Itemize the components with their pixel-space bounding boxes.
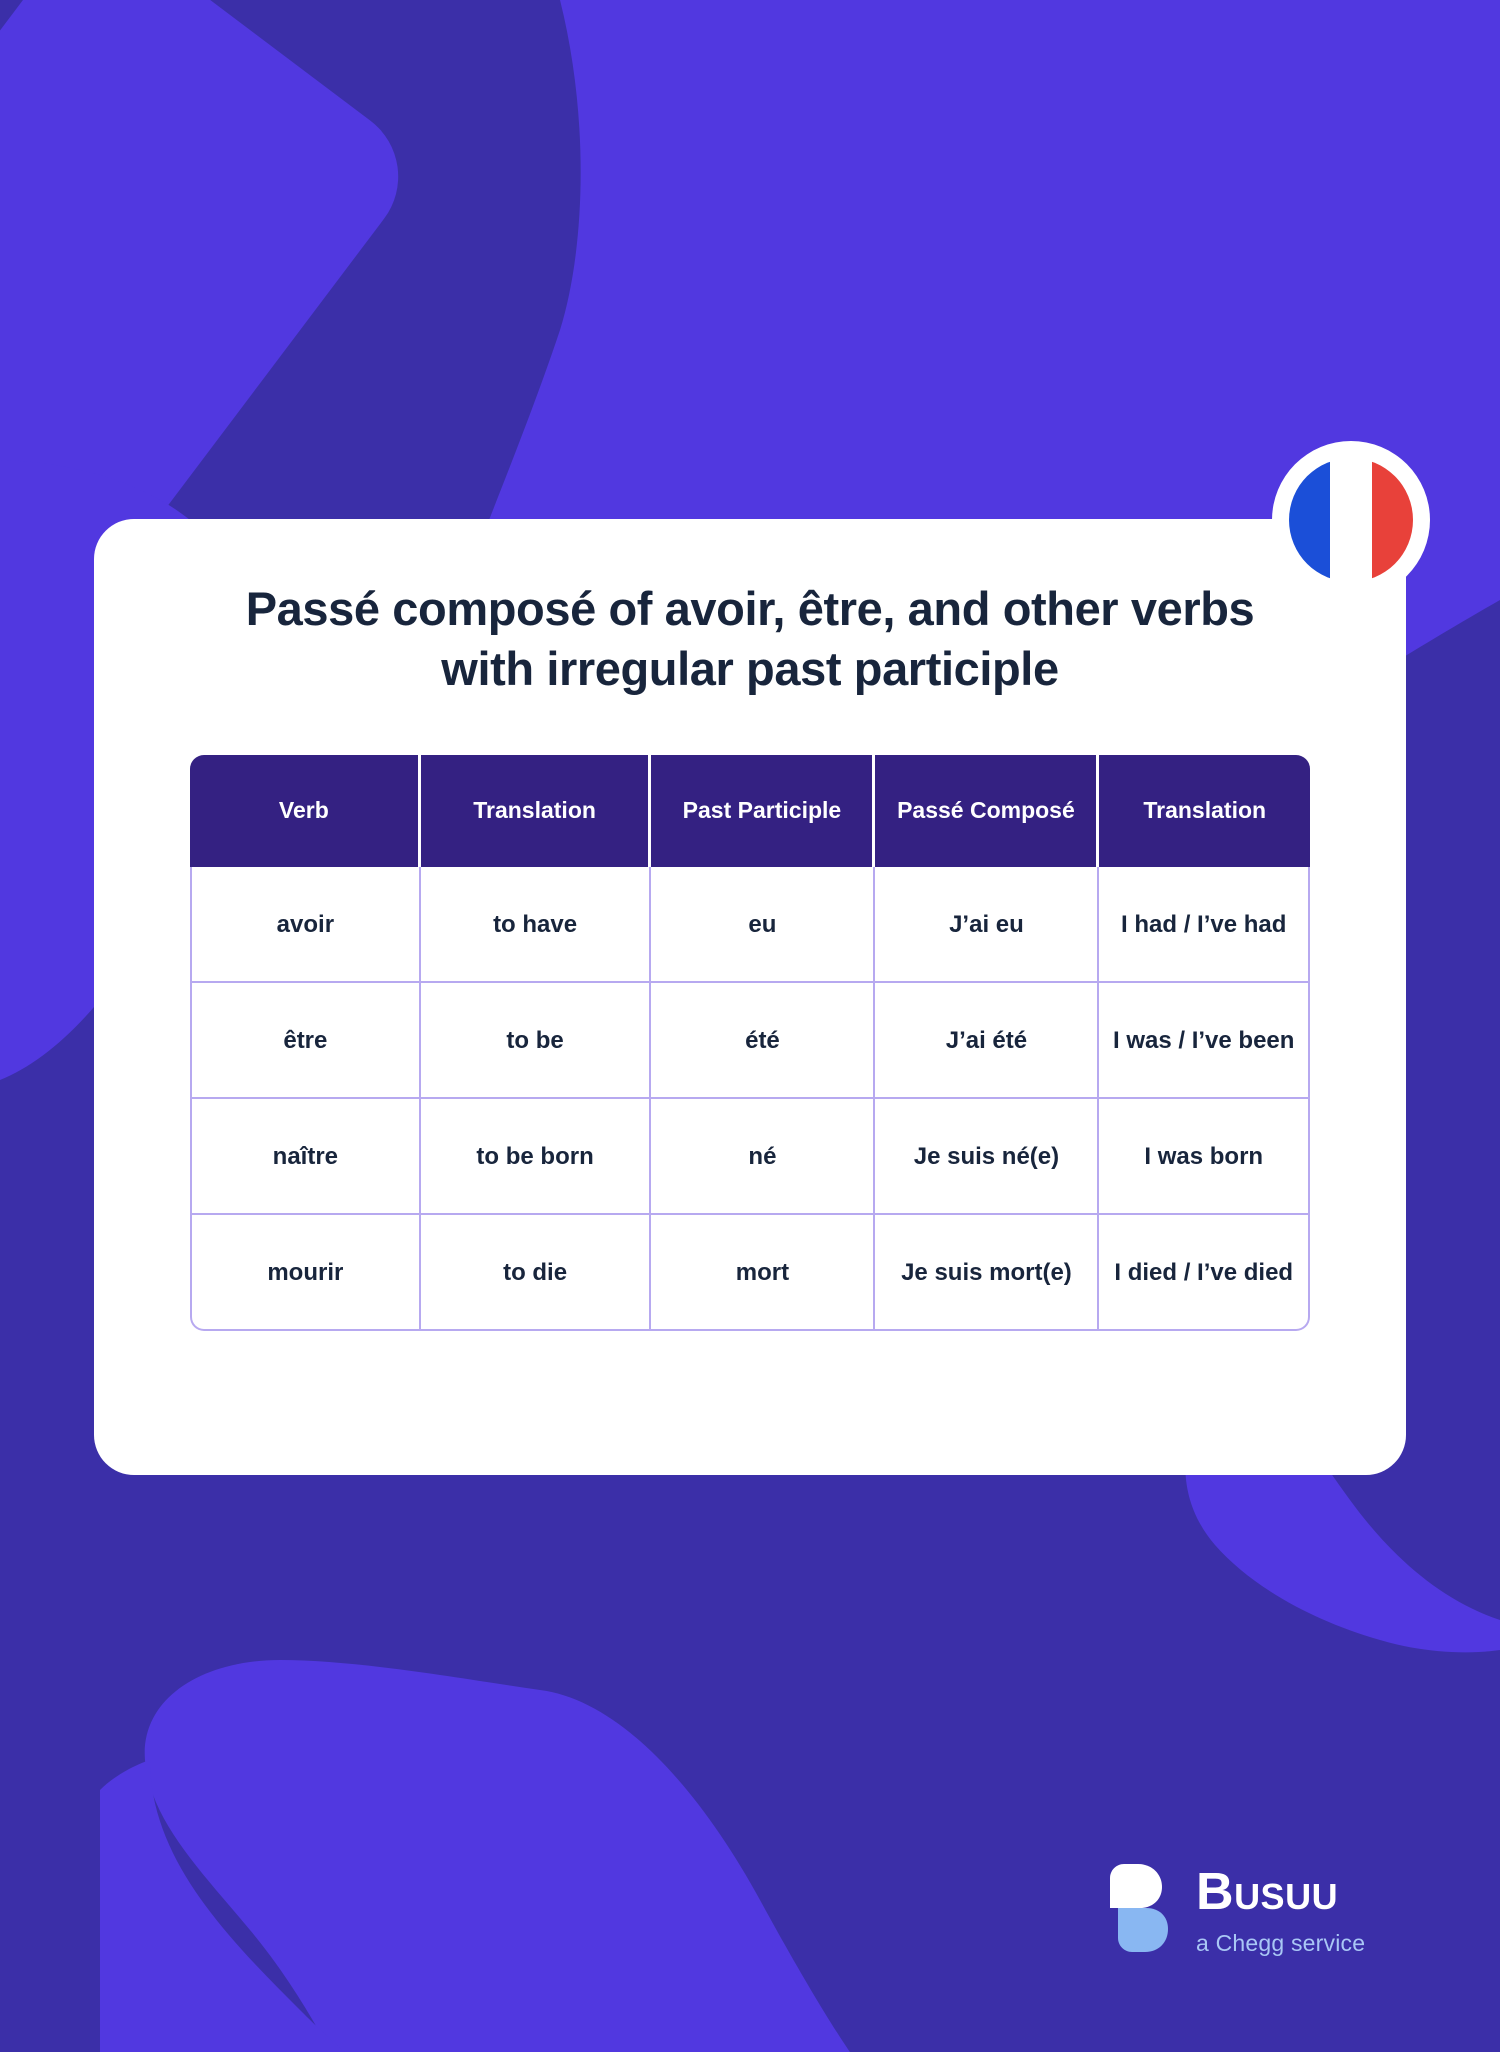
cell-passe-compose: J’ai eu — [875, 867, 1100, 984]
verb-conjugation-table: Verb Translation Past Participle Passé C… — [190, 755, 1310, 1332]
cell-past-participle: né — [651, 1099, 876, 1216]
flag-stripe-red — [1371, 458, 1413, 582]
cell-verb: mourir — [190, 1215, 421, 1332]
cell-past-participle: eu — [651, 867, 876, 984]
column-header-translation: Translation — [420, 755, 652, 868]
cell-translation: to have — [420, 867, 652, 984]
cell-past-participle: mort — [651, 1215, 876, 1332]
table-row: mourir to die mort Je suis mort(e) I die… — [190, 1215, 1310, 1332]
busuu-tagline: a Chegg service — [1196, 1930, 1366, 1956]
cell-translation-2: I was / I’ve been — [1099, 983, 1310, 1100]
cell-passe-compose: Je suis mort(e) — [875, 1215, 1100, 1332]
france-flag-badge — [1272, 441, 1430, 599]
page-title: Passé composé of avoir, être, and other … — [245, 582, 1255, 695]
cell-translation-2: I had / I’ve had — [1099, 867, 1310, 984]
busuu-logo: Busuu a Chegg service — [1110, 1862, 1365, 1957]
busuu-speech-bubble-icon — [1110, 1864, 1178, 1952]
column-header-past-participle: Past Participle — [651, 755, 876, 868]
cell-verb: naître — [190, 1099, 421, 1216]
cell-translation-2: I was born — [1099, 1099, 1310, 1216]
france-flag-icon — [1289, 458, 1413, 582]
column-header-passe-compose: Passé Composé — [875, 755, 1100, 868]
cell-passe-compose: J’ai été — [875, 983, 1100, 1100]
flag-stripe-blue — [1289, 458, 1331, 582]
column-header-translation-2: Translation — [1099, 755, 1310, 868]
verb-table-container: Verb Translation Past Participle Passé C… — [190, 755, 1310, 1332]
cell-verb: avoir — [190, 867, 421, 984]
cell-translation: to be born — [420, 1099, 652, 1216]
cell-verb: être — [190, 983, 421, 1100]
cell-passe-compose: Je suis né(e) — [875, 1099, 1100, 1216]
content-card: Passé composé of avoir, être, and other … — [94, 519, 1406, 1475]
busuu-logo-text: Busuu a Chegg service — [1196, 1862, 1365, 1957]
table-row: avoir to have eu J’ai eu I had / I’ve ha… — [190, 867, 1310, 984]
table-row: naître to be born né Je suis né(e) I was… — [190, 1099, 1310, 1216]
flag-stripe-white — [1330, 458, 1372, 582]
table-row: être to be été J’ai été I was / I’ve bee… — [190, 983, 1310, 1100]
busuu-wordmark: Busuu — [1196, 1863, 1339, 1921]
table-header-row: Verb Translation Past Participle Passé C… — [190, 755, 1310, 868]
cell-translation: to be — [420, 983, 652, 1100]
cell-translation-2: I died / I’ve died — [1099, 1215, 1310, 1332]
cell-past-participle: été — [651, 983, 876, 1100]
table-header: Verb Translation Past Participle Passé C… — [190, 755, 1310, 868]
column-header-verb: Verb — [190, 755, 421, 868]
cell-translation: to die — [420, 1215, 652, 1332]
table-body: avoir to have eu J’ai eu I had / I’ve ha… — [190, 867, 1310, 1332]
